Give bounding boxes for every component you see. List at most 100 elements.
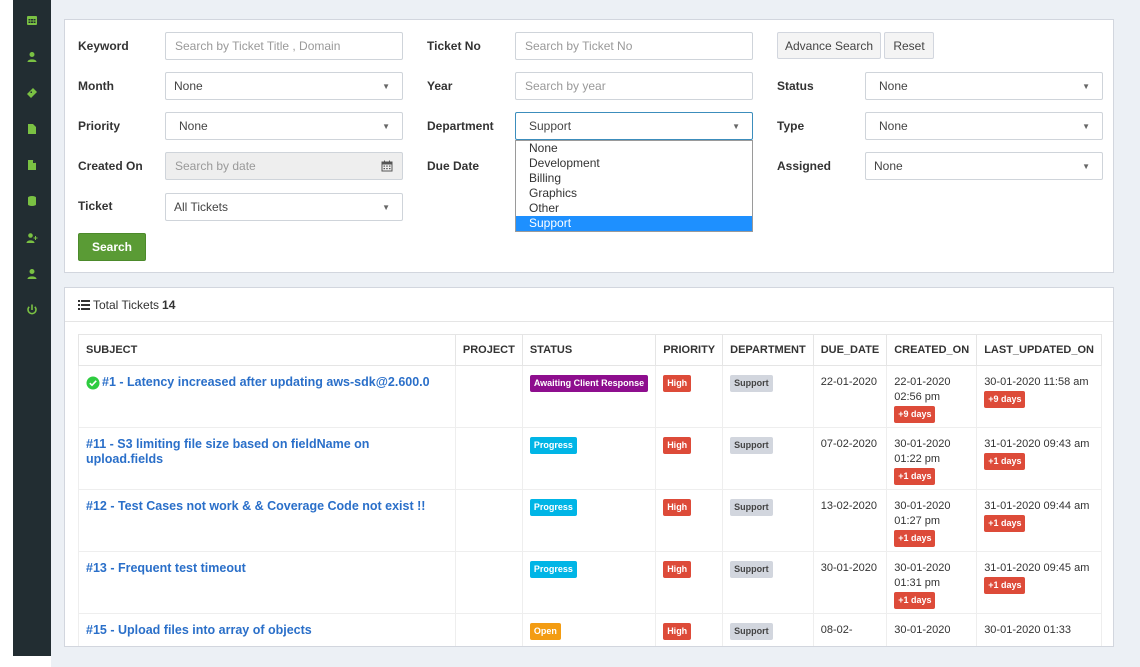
month-label: Month	[78, 79, 114, 93]
last-updated-cell: 31-01-2020 09:43 am +1 days	[976, 427, 1102, 490]
sidebar-item-profile[interactable]	[13, 264, 51, 284]
divider	[65, 321, 1113, 322]
status-label: Status	[777, 79, 814, 93]
col-subject[interactable]: SUBJECT	[78, 334, 456, 366]
type-value: None	[879, 119, 908, 133]
department-option-development[interactable]: Development	[516, 156, 752, 171]
status-badge: Open	[529, 623, 561, 640]
ticket-link[interactable]: #11 - S3 limiting file size based on fie…	[86, 437, 448, 467]
list-icon	[78, 300, 90, 310]
due-date-cell: 08-02-	[812, 613, 888, 646]
total-tickets-header: Total Tickets 14	[78, 298, 175, 312]
year-input[interactable]: Search by year	[515, 72, 753, 100]
calendar-icon	[27, 16, 37, 25]
col-created-on[interactable]: CREATED_ON	[886, 334, 978, 366]
ticket-no-label: Ticket No	[427, 39, 481, 53]
ticket-select[interactable]: All Tickets ▼	[165, 193, 403, 221]
sidebar-item-documents[interactable]	[13, 155, 51, 175]
sidebar-item-database[interactable]	[13, 191, 51, 211]
sidebar-item-logout[interactable]	[13, 300, 51, 320]
assigned-value: None	[874, 159, 903, 173]
status-badge: Awaiting Client Response	[529, 375, 649, 392]
ticket-no-input[interactable]: Search by Ticket No	[515, 32, 753, 60]
search-button[interactable]: Search	[78, 233, 146, 261]
project-cell	[454, 489, 523, 552]
last-updated-value: 30-01-2020 01:33	[984, 624, 1072, 636]
col-status[interactable]: STATUS	[521, 334, 657, 366]
year-label: Year	[427, 79, 453, 93]
created-on-placeholder: Search by date	[175, 159, 256, 173]
ticket-icon	[27, 88, 37, 98]
status-cell: Open	[521, 613, 657, 646]
priority-select[interactable]: None ▼	[165, 112, 403, 140]
tickets-table: SUBJECT PROJECT STATUS PRIORITY DEPARTME…	[78, 334, 1102, 646]
subject-cell: #11 - S3 limiting file size based on fie…	[78, 427, 456, 490]
ticket-list-panel: Total Tickets 14 SUBJECT PROJECT STATUS …	[64, 287, 1114, 647]
department-value: Support	[529, 119, 572, 133]
created-on-cell: 30-01-2020 01:27 pm +1 days	[886, 489, 978, 552]
advance-search-button[interactable]: Advance Search	[777, 32, 881, 59]
created-days-badge: +1 days	[894, 468, 936, 485]
status-cell: Progress	[521, 551, 657, 614]
updated-days-badge: +1 days	[984, 577, 1026, 594]
due-date-cell: 07-02-2020	[812, 427, 888, 490]
col-project[interactable]: PROJECT	[454, 334, 523, 366]
sidebar-item-user[interactable]	[13, 47, 51, 67]
sidebar-item-files[interactable]	[13, 119, 51, 139]
department-option-support[interactable]: Support	[516, 216, 752, 231]
last-updated-cell: 30-01-2020 11:58 am +9 days	[976, 365, 1102, 428]
department-cell: Support	[722, 489, 814, 552]
created-days-badge: +9 days	[894, 406, 936, 423]
chevron-down-icon: ▼	[382, 202, 390, 212]
created-on-cell: 22-01-2020 02:56 pm +9 days	[886, 365, 978, 428]
sidebar-item-add-user[interactable]	[13, 228, 51, 248]
created-on-value: 22-01-2020 02:56 pm	[894, 376, 951, 403]
updated-days-badge: +1 days	[984, 515, 1026, 532]
chevron-down-icon: ▼	[732, 121, 740, 131]
ticket-link[interactable]: #15 - Upload files into array of objects	[86, 623, 312, 638]
reset-button[interactable]: Reset	[884, 32, 934, 59]
status-badge: Progress	[529, 499, 577, 516]
ticket-link[interactable]: #12 - Test Cases not work & & Coverage C…	[86, 499, 425, 514]
col-last-updated-on[interactable]: LAST_UPDATED_ON	[976, 334, 1102, 366]
add-user-icon	[26, 233, 38, 243]
department-option-none[interactable]: None	[516, 141, 752, 156]
status-select[interactable]: None ▼	[865, 72, 1103, 100]
department-option-other[interactable]: Other	[516, 201, 752, 216]
power-icon	[27, 304, 37, 315]
department-option-billing[interactable]: Billing	[516, 171, 752, 186]
created-on-input[interactable]: Search by date	[165, 152, 403, 180]
col-due-date[interactable]: DUE_DATE	[812, 334, 888, 366]
chevron-down-icon: ▼	[1082, 161, 1090, 171]
user-alt-icon	[27, 269, 37, 279]
priority-badge: High	[663, 499, 692, 516]
updated-days-badge: +1 days	[984, 453, 1026, 470]
created-days-badge: +1 days	[894, 530, 936, 547]
keyword-input[interactable]: Search by Ticket Title , Domain	[165, 32, 403, 60]
month-select[interactable]: None ▼	[165, 72, 403, 100]
col-priority[interactable]: PRIORITY	[655, 334, 724, 366]
database-icon	[28, 196, 36, 206]
priority-badge: High	[663, 623, 692, 640]
type-select[interactable]: None ▼	[865, 112, 1103, 140]
chevron-down-icon: ▼	[382, 81, 390, 91]
assigned-select[interactable]: None ▼	[865, 152, 1103, 180]
sidebar-item-calendar[interactable]	[13, 10, 51, 30]
ticket-link[interactable]: #1 - Latency increased after updating aw…	[86, 375, 430, 390]
project-cell	[454, 613, 523, 646]
ticket-link[interactable]: #13 - Frequent test timeout	[86, 561, 246, 576]
created-on-value: 30-01-2020 01:31 pm	[894, 562, 951, 589]
chevron-down-icon: ▼	[1082, 121, 1090, 131]
department-option-graphics[interactable]: Graphics	[516, 186, 752, 201]
file-icon	[28, 124, 36, 134]
sidebar-item-tickets[interactable]	[13, 83, 51, 103]
calendar-icon[interactable]	[381, 160, 393, 172]
last-updated-value: 31-01-2020 09:43 am	[984, 438, 1090, 450]
table-row: #12 - Test Cases not work & & Coverage C…	[78, 489, 1102, 552]
department-select[interactable]: Support ▼	[515, 112, 753, 140]
department-badge: Support	[730, 561, 773, 578]
department-cell: Support	[722, 427, 814, 490]
sidebar	[13, 0, 51, 656]
col-department[interactable]: DEPARTMENT	[722, 334, 814, 366]
created-on-cell: 30-01-2020 01:22 pm +1 days	[886, 427, 978, 490]
